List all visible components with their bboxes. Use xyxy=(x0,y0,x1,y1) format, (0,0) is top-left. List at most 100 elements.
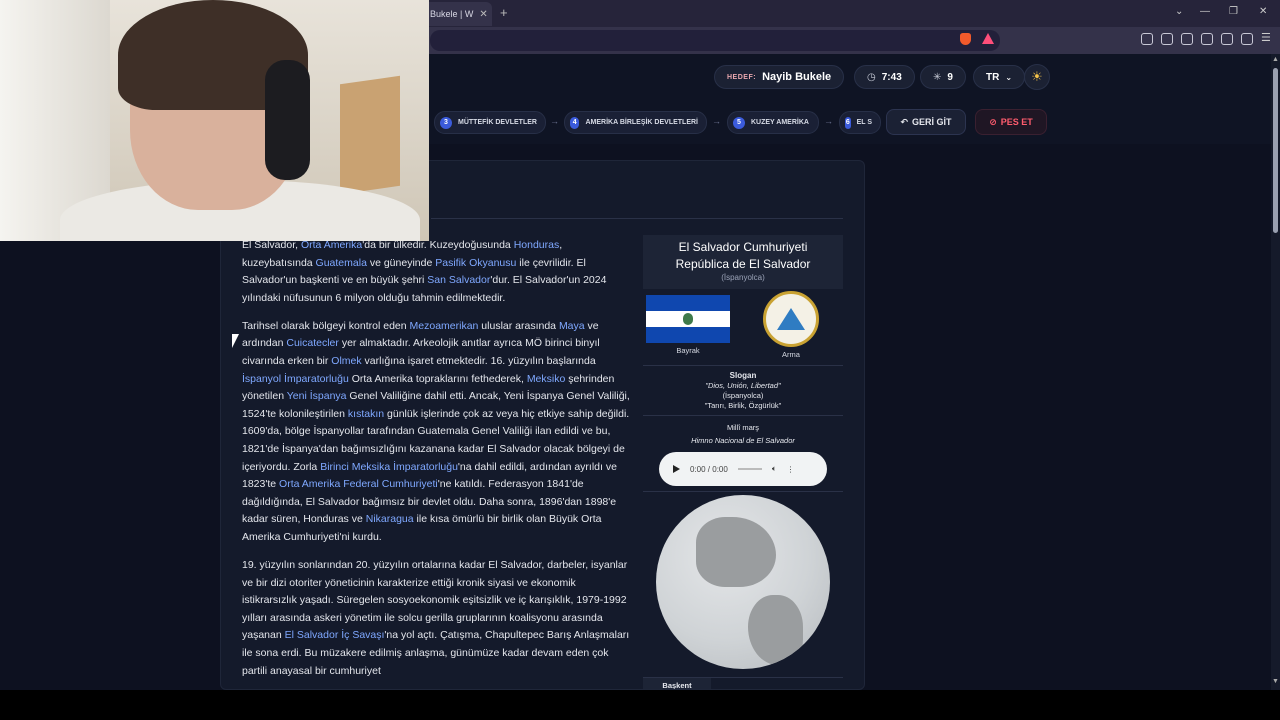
article-paragraph-2: Tarihsel olarak bölgeyi kontrol eden Mez… xyxy=(242,318,632,547)
scroll-down-icon[interactable]: ▼ xyxy=(1272,678,1279,685)
article-link[interactable]: Birinci Meksika İmparatorluğu xyxy=(320,461,458,473)
country-name-es: República de El Salvador xyxy=(675,257,811,271)
page-scrollbar[interactable]: ▲ ▼ xyxy=(1271,54,1280,690)
article-link[interactable]: Meksiko xyxy=(527,373,566,385)
capital-label: Başkent xyxy=(643,678,711,689)
vpn-icon[interactable] xyxy=(1241,33,1253,45)
webcam-overlay xyxy=(0,0,429,241)
divider xyxy=(643,491,843,492)
click-icon: ✳ xyxy=(933,71,942,83)
breadcrumb-step-3[interactable]: 3 MÜTTEFİK DEVLETLER xyxy=(434,111,546,134)
motto-es: "Dios, Unión, Libertad" xyxy=(705,381,781,390)
divider xyxy=(643,415,843,416)
theme-toggle-sun-icon[interactable]: ☀ xyxy=(1024,64,1050,90)
breadcrumb-step-5[interactable]: 5 KUZEY AMERİKA xyxy=(727,111,819,134)
article-link[interactable]: Orta Amerika Federal Cumhuriyeti xyxy=(279,478,438,490)
scroll-up-icon[interactable]: ▲ xyxy=(1272,56,1279,63)
give-up-button[interactable]: ⊘ PES ET xyxy=(975,109,1047,135)
breadcrumb-step-6[interactable]: 6 EL S xyxy=(839,111,881,134)
article-link[interactable]: Yeni İspanya xyxy=(287,390,347,402)
target-pill: HEDEF: Nayib Bukele xyxy=(714,65,845,89)
step-number: 4 xyxy=(570,116,580,129)
timer-value: 7:43 xyxy=(881,71,902,83)
media-icon[interactable] xyxy=(1161,33,1173,45)
article-text: Orta Amerika topraklarını fethederek, xyxy=(348,372,527,385)
sidebar-icon[interactable] xyxy=(1181,33,1193,45)
go-back-button[interactable]: ↶ GERİ GİT xyxy=(886,109,966,135)
article-link[interactable]: İspanyol İmparatorluğu xyxy=(242,373,349,385)
article-text: uluslar arasında xyxy=(478,319,559,332)
give-up-icon: ⊘ xyxy=(989,116,997,127)
give-up-label: PES ET xyxy=(1000,117,1033,127)
anthem-name: Himno Nacional de El Salvador xyxy=(691,436,795,445)
article-link[interactable]: Mezoamerikan xyxy=(410,320,479,332)
tab-close-icon[interactable]: ✕ xyxy=(479,9,487,20)
infobox-header: El Salvador Cumhuriyeti República de El … xyxy=(643,235,843,289)
flag-image[interactable] xyxy=(646,295,730,343)
article-text: varlığına işaret etmektedir. 16. yüzyılı… xyxy=(361,355,596,368)
country-name-tr: El Salvador Cumhuriyeti xyxy=(678,240,808,254)
new-tab-button[interactable]: + xyxy=(500,5,508,20)
clock-icon: ◷ xyxy=(867,71,876,83)
close-window-icon[interactable]: ✕ xyxy=(1259,6,1267,17)
article-link[interactable]: Honduras xyxy=(514,239,560,251)
maximize-icon[interactable]: ❐ xyxy=(1229,6,1238,17)
location-globe-map[interactable] xyxy=(656,495,830,669)
brave-shield-icon[interactable] xyxy=(960,33,971,45)
clicks-value: 9 xyxy=(947,71,953,83)
article-link[interactable]: kıstakın xyxy=(348,408,384,420)
article-link[interactable]: San Salvador xyxy=(427,274,490,286)
bottom-bar xyxy=(0,690,1280,720)
article-link[interactable]: Nikaragua xyxy=(366,513,414,525)
audio-player[interactable]: 0:00 / 0:00 🔈︎ ⋮ xyxy=(659,452,827,486)
article-text: Tarihsel olarak bölgeyi kontrol eden xyxy=(242,319,410,332)
step-number: 6 xyxy=(845,116,851,129)
scrollbar-thumb[interactable] xyxy=(1273,68,1278,233)
volume-icon[interactable]: 🔈︎ xyxy=(772,464,777,474)
flag-caption: Bayrak xyxy=(676,346,700,355)
audio-time: 0:00 / 0:00 xyxy=(690,464,728,474)
article-link[interactable]: Pasifik Okyanusu xyxy=(435,257,516,269)
anthem-title: Millî marş xyxy=(726,423,760,432)
article-link[interactable]: Guatemala xyxy=(316,257,367,269)
wallet-icon[interactable] xyxy=(1201,33,1213,45)
article-link[interactable]: Olmek xyxy=(331,355,361,367)
motto-lang: (İspanyolca) xyxy=(722,391,764,400)
article-link[interactable]: Maya xyxy=(559,320,585,332)
undo-icon: ↶ xyxy=(900,116,909,127)
target-label: HEDEF: xyxy=(727,73,757,81)
step-number: 5 xyxy=(733,116,745,129)
article-link[interactable]: Cuicatecler xyxy=(286,337,339,349)
coat-of-arms-image[interactable] xyxy=(763,291,819,347)
motto-tr: "Tanrı, Birlik, Özgürlük" xyxy=(704,401,782,410)
play-icon[interactable] xyxy=(673,465,680,473)
minimize-icon[interactable]: — xyxy=(1200,6,1210,17)
clicks-pill: ✳ 9 xyxy=(920,65,966,89)
browser-tab[interactable]: Bukele | W ✕ xyxy=(422,2,492,26)
language-note: (İspanyolca) xyxy=(721,273,765,282)
address-bar[interactable] xyxy=(430,30,1000,51)
article-body: El Salvador, Orta Amerika'da bir ülkedir… xyxy=(242,237,632,689)
article-link[interactable]: El Salvador İç Savaşı xyxy=(285,629,385,641)
language-select[interactable]: TR ⌄ xyxy=(973,65,1026,89)
extensions-icon[interactable] xyxy=(1141,33,1153,45)
step-label: EL S xyxy=(856,119,872,126)
step-label: MÜTTEFİK DEVLETLER xyxy=(458,119,537,126)
arrow-right-icon: → xyxy=(824,116,833,126)
step-label: AMERİKA BİRLEŞİK DEVLETLERİ xyxy=(585,119,698,126)
arms-caption: Arma xyxy=(782,350,800,359)
leo-ai-icon[interactable] xyxy=(1221,33,1233,45)
arrow-right-icon: → xyxy=(550,116,559,126)
tab-search-icon[interactable]: ⌄ xyxy=(1175,6,1183,17)
breadcrumb-step-4[interactable]: 4 AMERİKA BİRLEŞİK DEVLETLERİ xyxy=(564,111,707,134)
motto-section: Slogan "Dios, Unión, Libertad" (İspanyol… xyxy=(643,371,843,411)
go-back-label: GERİ GİT xyxy=(912,117,952,127)
audio-progress[interactable] xyxy=(737,468,762,470)
brave-rewards-icon[interactable] xyxy=(982,33,994,44)
more-options-icon[interactable]: ⋮ xyxy=(787,465,795,474)
menu-icon[interactable]: ☰ xyxy=(1261,31,1273,44)
language-value: TR xyxy=(986,71,1000,83)
infobox: El Salvador Cumhuriyeti República de El … xyxy=(643,235,843,689)
mouse-cursor-icon xyxy=(232,334,239,348)
north-america-shape xyxy=(696,517,776,587)
